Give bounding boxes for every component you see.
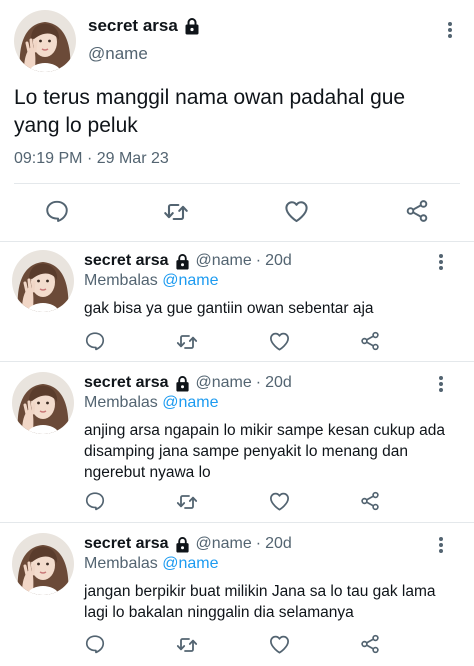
mention-link[interactable]: @name [162, 555, 218, 572]
share-icon[interactable] [359, 490, 381, 512]
retweet-icon[interactable] [175, 330, 199, 354]
replying-label: Membalas [84, 555, 158, 572]
more-options-icon[interactable] [433, 374, 449, 394]
handle[interactable]: @name [196, 535, 252, 553]
like-icon[interactable] [283, 198, 310, 225]
separator: · [255, 535, 262, 552]
handle[interactable]: @name [196, 252, 252, 270]
replying-label: Membalas [84, 394, 158, 411]
share-icon[interactable] [404, 198, 430, 224]
like-icon[interactable] [268, 633, 291, 656]
handle[interactable]: @name [196, 374, 252, 392]
like-icon[interactable] [268, 490, 291, 513]
display-name[interactable]: secret arsa [88, 16, 178, 36]
lock-icon [184, 17, 200, 35]
avatar[interactable] [12, 533, 74, 595]
reply-icon[interactable] [84, 490, 106, 512]
more-options-icon[interactable] [433, 535, 449, 555]
reply-actions [0, 330, 474, 356]
reply-age[interactable]: 20d [265, 535, 292, 553]
reply-actions [0, 490, 474, 516]
share-icon[interactable] [359, 633, 381, 655]
tweet-actions [0, 196, 474, 228]
display-name[interactable]: secret arsa [84, 252, 169, 270]
replying-label: Membalas [84, 272, 158, 289]
reply-tweet: secret arsa @name · 20d Membalas @name g… [0, 242, 474, 361]
separator: · [255, 252, 262, 269]
reply-age[interactable]: 20d [265, 374, 292, 392]
reply-icon[interactable] [44, 198, 70, 224]
main-tweet: secret arsa @name Lo terus manggil nama … [0, 0, 474, 242]
replying-to: Membalas @name [84, 272, 219, 290]
avatar[interactable] [12, 372, 74, 434]
mention-link[interactable]: @name [162, 394, 218, 411]
handle[interactable]: @name [88, 44, 148, 64]
avatar[interactable] [12, 250, 74, 312]
tweet-date: 29 Mar 23 [96, 150, 169, 167]
lock-icon [175, 375, 190, 392]
more-options-icon[interactable] [433, 252, 449, 272]
reply-actions [0, 633, 474, 659]
retweet-icon[interactable] [175, 490, 199, 514]
more-options-icon[interactable] [442, 20, 458, 40]
reply-tweet: secret arsa @name · 20d Membalas @name j… [0, 523, 474, 666]
reply-header: secret arsa @name · 20d [84, 535, 292, 553]
separator: · [255, 374, 262, 391]
replying-to: Membalas @name [84, 394, 219, 412]
retweet-icon[interactable] [175, 633, 199, 657]
lock-icon [175, 253, 190, 270]
share-icon[interactable] [359, 330, 381, 352]
author-name-row: secret arsa [88, 16, 200, 36]
display-name[interactable]: secret arsa [84, 374, 169, 392]
reply-text: anjing arsa ngapain lo mikir sampe kesan… [84, 422, 446, 481]
reply-text: jangan berpikir buat milikin Jana sa lo … [84, 583, 436, 621]
mention-link[interactable]: @name [162, 272, 218, 289]
divider [14, 183, 460, 184]
reply-icon[interactable] [84, 330, 106, 352]
reply-header: secret arsa @name · 20d [84, 252, 292, 270]
timestamp-separator: · [86, 150, 93, 167]
avatar[interactable] [14, 10, 76, 72]
tweet-time: 09:19 PM [14, 150, 83, 167]
tweet-text: Lo terus manggil nama owan padahal gue y… [14, 86, 406, 137]
reply-text: gak bisa ya gue gantiin owan sebentar aj… [84, 300, 374, 317]
tweet-timestamp[interactable]: 09:19 PM · 29 Mar 23 [14, 150, 169, 168]
reply-age[interactable]: 20d [265, 252, 292, 270]
like-icon[interactable] [268, 330, 291, 353]
display-name[interactable]: secret arsa [84, 535, 169, 553]
reply-icon[interactable] [84, 633, 106, 655]
replying-to: Membalas @name [84, 555, 219, 573]
reply-tweet: secret arsa @name · 20d Membalas @name a… [0, 362, 474, 522]
retweet-icon[interactable] [162, 198, 190, 226]
lock-icon [175, 536, 190, 553]
reply-header: secret arsa @name · 20d [84, 374, 292, 392]
